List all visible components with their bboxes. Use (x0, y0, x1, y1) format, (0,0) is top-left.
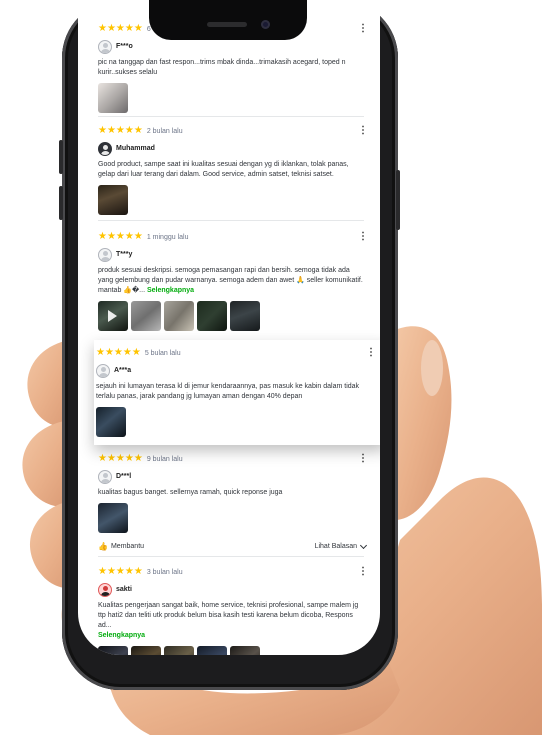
avatar (96, 363, 110, 378)
review-actions: 👍 Membantu Lihat Balasan (98, 541, 368, 551)
rating-row: ★★★★★ 5 bulan lalu ⋮ (96, 346, 376, 360)
review-photo[interactable] (131, 646, 161, 655)
review-photos (98, 83, 366, 113)
star-rating: ★★★★★ (98, 453, 143, 464)
more-options-icon[interactable]: ⋮ (366, 348, 376, 358)
review-list-screen[interactable]: ★★★★★ 6 ⋮ F***o pic na tanggap dan fast … (78, 0, 380, 655)
star-rating: ★★★★★ (98, 231, 143, 242)
review-photo[interactable] (98, 83, 128, 113)
review-photo[interactable] (164, 301, 194, 331)
reviewer-row: Muhammad (98, 140, 366, 157)
more-options-icon[interactable]: ⋮ (358, 24, 368, 34)
review-text: sejauh ini lumayan terasa kl di jemur ke… (96, 383, 360, 400)
phone-side-button (59, 140, 63, 174)
view-reply-label: Lihat Balasan (314, 543, 357, 550)
reviewer-name: F***o (116, 43, 133, 50)
review-text: produk sesuai deskripsi. semoga pemasang… (98, 267, 363, 294)
thumbs-up-icon[interactable]: 👍 (98, 542, 108, 551)
divider (98, 556, 364, 557)
more-options-icon[interactable]: ⋮ (358, 232, 368, 242)
review-photos (98, 301, 366, 331)
see-more-link[interactable]: Selengkapnya (147, 287, 194, 294)
play-icon (108, 310, 117, 322)
reviewer-name: T***y (116, 251, 133, 258)
reviewer-row: F***o (98, 38, 366, 55)
review-time: 2 bulan lalu (146, 127, 183, 135)
review-photo[interactable] (230, 646, 260, 655)
review-text: kualitas bagus banget. sellernya ramah, … (98, 489, 283, 496)
avatar (98, 141, 112, 156)
reviewer-name: sakti (116, 586, 132, 593)
reviewer-name: A***a (114, 367, 132, 374)
review-card: ★★★★★ 9 bulan lalu ⋮ D***l kualitas bagu… (78, 452, 380, 551)
divider (98, 220, 364, 221)
reviewer-row: A***a (96, 362, 374, 379)
review-photo[interactable] (230, 301, 260, 331)
speaker-grille (207, 22, 247, 27)
review-time: 1 minggu lalu (146, 233, 189, 241)
review-video-thumbnail[interactable] (98, 301, 128, 331)
review-card: ★★★★★ 1 minggu lalu ⋮ T***y produk sesua… (78, 230, 380, 331)
review-photos (98, 646, 366, 655)
review-photo[interactable] (197, 301, 227, 331)
front-camera-icon (261, 20, 270, 29)
helpful-button[interactable]: Membantu (111, 543, 144, 550)
reviewer-row: D***l (98, 468, 366, 485)
review-time: 3 bulan lalu (146, 568, 183, 576)
reviewer-row: sakti (98, 581, 366, 598)
divider (98, 116, 364, 117)
star-rating: ★★★★★ (98, 125, 143, 136)
see-more-link[interactable]: Selengkapnya (98, 632, 145, 639)
chevron-down-icon (359, 541, 368, 549)
review-photos (96, 407, 374, 437)
star-rating: ★★★★★ (96, 347, 141, 358)
avatar (98, 39, 112, 54)
review-card-highlighted: ★★★★★ 5 bulan lalu ⋮ A***a sejauh ini lu… (94, 340, 380, 445)
review-time: 9 bulan lalu (146, 455, 183, 463)
review-text: pic na tanggap dan fast respon...trims m… (98, 59, 346, 76)
more-options-icon[interactable]: ⋮ (358, 454, 368, 464)
view-reply-button[interactable]: Lihat Balasan (314, 541, 368, 550)
rating-row: ★★★★★ 2 bulan lalu ⋮ (98, 124, 368, 138)
review-photo[interactable] (164, 646, 194, 655)
more-options-icon[interactable]: ⋮ (358, 567, 368, 577)
review-photos (98, 185, 366, 215)
rating-row: ★★★★★ 9 bulan lalu ⋮ (98, 452, 368, 466)
review-photo[interactable] (98, 503, 128, 533)
review-photo[interactable] (96, 407, 126, 437)
avatar (98, 469, 112, 484)
more-options-icon[interactable]: ⋮ (358, 126, 368, 136)
review-photo[interactable] (131, 301, 161, 331)
review-photo[interactable] (98, 185, 128, 215)
review-card: ★★★★★ 2 bulan lalu ⋮ Muhammad Good produ… (78, 124, 380, 215)
phone-notch (149, 0, 307, 40)
star-rating: ★★★★★ (98, 23, 143, 34)
reviewer-row: T***y (98, 246, 366, 263)
review-time: 5 bulan lalu (144, 349, 181, 357)
review-photo[interactable] (197, 646, 227, 655)
avatar (98, 247, 112, 262)
review-text: Kualitas pengerjaan sangat baik, home se… (98, 602, 359, 639)
review-card: ★★★★★ 3 bulan lalu ⋮ sakti Kualitas peng… (78, 565, 380, 655)
star-rating: ★★★★★ (98, 566, 143, 577)
rating-row: ★★★★★ 1 minggu lalu ⋮ (98, 230, 368, 244)
phone-side-button (59, 186, 63, 220)
review-text: Good product, sampe saat ini kualitas se… (98, 161, 349, 178)
review-photos (98, 503, 366, 533)
phone-power-button (396, 170, 400, 230)
rating-row: ★★★★★ 3 bulan lalu ⋮ (98, 565, 368, 579)
reviewer-name: Muhammad (116, 145, 155, 152)
review-photo[interactable] (98, 646, 128, 655)
avatar (98, 582, 112, 597)
reviewer-name: D***l (116, 473, 132, 480)
